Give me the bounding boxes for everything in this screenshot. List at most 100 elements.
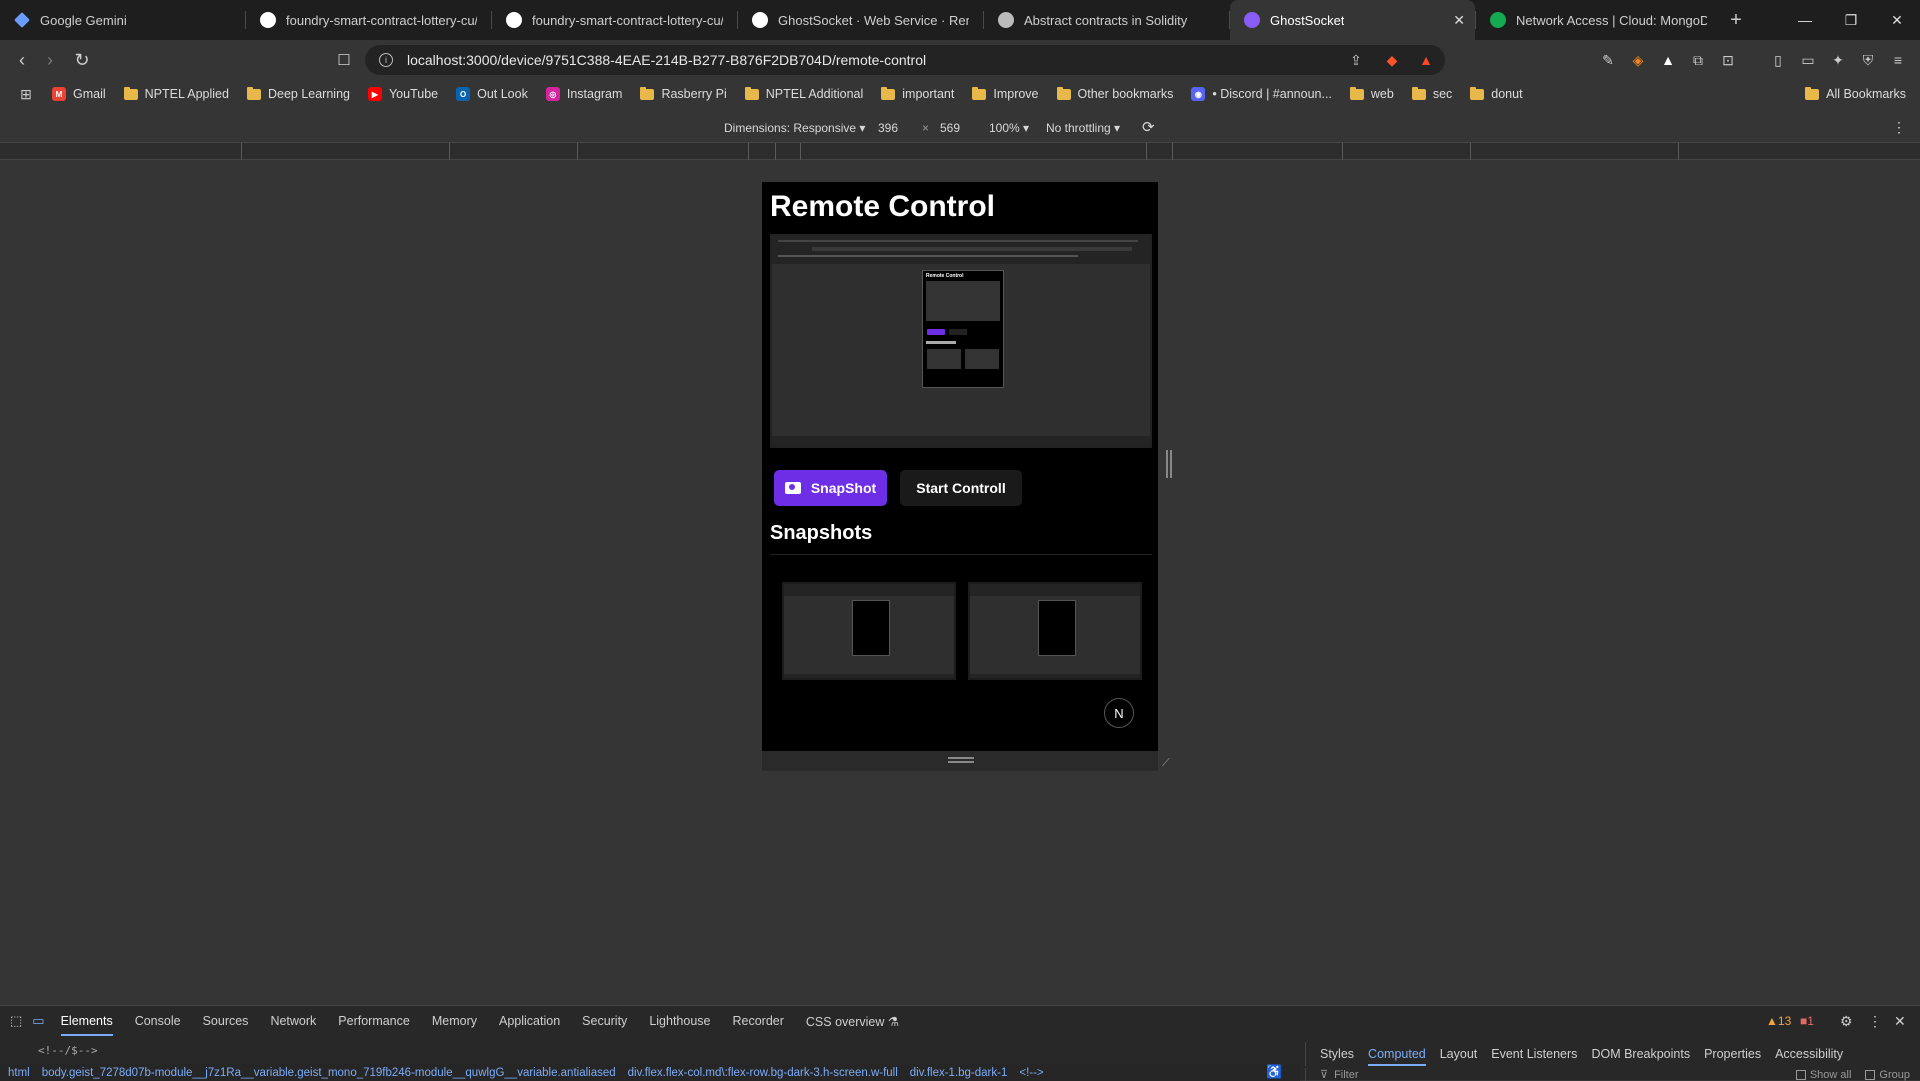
brave-shields-icon[interactable]: ◆: [1382, 50, 1402, 70]
bookmark-item[interactable]: M Gmail: [52, 87, 106, 101]
devtools-tab[interactable]: Security: [582, 1006, 627, 1036]
bookmark-item[interactable]: ◉ • Discord | #announ...: [1191, 87, 1332, 101]
all-bookmarks-folder[interactable]: All Bookmarks: [1805, 86, 1906, 101]
snapshot-thumbnail[interactable]: [968, 582, 1142, 680]
bookmark-item[interactable]: sec: [1411, 86, 1452, 101]
devtools-close-icon[interactable]: ✕: [1894, 1013, 1906, 1030]
browser-tab[interactable]: foundry-smart-contract-lottery-cu/s: [246, 0, 491, 40]
resize-corner-icon[interactable]: ⟋: [1162, 757, 1174, 769]
devtools-tab[interactable]: Console: [135, 1006, 181, 1036]
devtools-tab[interactable]: Application: [499, 1006, 560, 1036]
settings-icon[interactable]: ⚙: [1840, 1013, 1853, 1030]
devtools-tab[interactable]: Elements: [60, 1006, 113, 1036]
dimensions-select[interactable]: Dimensions: Responsive ▾: [724, 121, 865, 135]
browser-tab[interactable]: foundry-smart-contract-lottery-cu/t: [492, 0, 737, 40]
bookmark-item[interactable]: Improve: [972, 86, 1039, 101]
viewport-width-input[interactable]: 396: [878, 121, 898, 135]
dom-breadcrumb[interactable]: div.flex.flex-col.md\:flex-row.bg-dark-3…: [628, 1067, 898, 1079]
browser-tab[interactable]: Network Access | Cloud: MongoDB C: [1476, 0, 1721, 40]
restore-icon[interactable]: ❐: [1828, 0, 1874, 40]
bookmark-item[interactable]: Rasberry Pi: [640, 86, 727, 101]
new-tab-button[interactable]: +: [1721, 5, 1751, 35]
devtools-tab[interactable]: Network: [270, 1006, 316, 1036]
dom-breadcrumb[interactable]: body.geist_7278d07b-module__j7z1Ra__vari…: [42, 1067, 616, 1079]
styles-pane-tab[interactable]: Accessibility: [1775, 1042, 1843, 1066]
styles-pane-tab[interactable]: DOM Breakpoints: [1591, 1042, 1690, 1066]
dom-breadcrumb[interactable]: html: [8, 1067, 30, 1079]
browser-tab[interactable]: Google Gemini: [0, 0, 245, 40]
zoom-select[interactable]: 100% ▾: [989, 121, 1029, 135]
share-icon[interactable]: ⇪: [1346, 50, 1366, 70]
devtools-tab[interactable]: CSS overview ⚗: [806, 1006, 899, 1036]
group-checkbox[interactable]: [1865, 1069, 1876, 1080]
accessibility-tree-icon[interactable]: ♿: [1266, 1064, 1282, 1080]
errors-badge[interactable]: ■1: [1800, 1014, 1814, 1028]
menu-icon[interactable]: ≡: [1888, 50, 1908, 70]
url-text: localhost:3000/device/9751C388-4EAE-214B…: [407, 52, 927, 68]
brave-rewards-icon[interactable]: ▲: [1416, 50, 1436, 70]
back-icon[interactable]: ‹: [10, 48, 34, 72]
devtools-tab[interactable]: Lighthouse: [649, 1006, 710, 1036]
eyedropper-icon[interactable]: ✎: [1598, 50, 1618, 70]
browser-tab[interactable]: GhostSocket ✕: [1230, 0, 1475, 40]
snapshot-button[interactable]: SnapShot: [774, 470, 887, 506]
close-window-icon[interactable]: ✕: [1874, 0, 1920, 40]
devtools-more-icon[interactable]: ⋮: [1868, 1013, 1882, 1030]
bookmark-item[interactable]: donut: [1470, 86, 1523, 101]
bookmark-icon[interactable]: ☐: [332, 48, 356, 72]
device-more-icon[interactable]: ⋮: [1892, 119, 1906, 136]
bookmark-item[interactable]: NPTEL Additional: [744, 86, 863, 101]
styles-pane-tab[interactable]: Computed: [1368, 1042, 1426, 1066]
dom-breadcrumb[interactable]: div.flex-1.bg-dark-1: [910, 1067, 1008, 1079]
start-control-button[interactable]: Start Controll: [900, 470, 1022, 506]
throttling-select[interactable]: No throttling ▾: [1046, 121, 1120, 135]
viewport-height-input[interactable]: 569: [940, 121, 960, 135]
resize-handle-right[interactable]: [1166, 450, 1172, 478]
vpn-icon[interactable]: ⛨: [1858, 50, 1878, 70]
site-info-icon[interactable]: i: [379, 53, 393, 67]
live-view-device: Remote Control: [922, 270, 1004, 388]
nextjs-dev-badge[interactable]: N: [1104, 698, 1134, 728]
tab-close-icon[interactable]: ✕: [1453, 12, 1465, 29]
devtools-tab[interactable]: Memory: [432, 1006, 477, 1036]
devtools-tab[interactable]: Performance: [338, 1006, 410, 1036]
rotate-icon[interactable]: ⟳: [1142, 118, 1155, 136]
bookmark-item[interactable]: ▶ YouTube: [367, 87, 438, 101]
bookmark-item[interactable]: important: [881, 86, 954, 101]
styles-pane-tab[interactable]: Layout: [1440, 1042, 1478, 1066]
extension-triangle-icon[interactable]: ▲: [1658, 50, 1678, 70]
apps-grid-icon[interactable]: ⊞: [0, 86, 52, 103]
bookmark-item[interactable]: ◎ Instagram: [545, 87, 622, 101]
device-toggle-icon[interactable]: ▭: [32, 1013, 44, 1029]
dom-breadcrumb[interactable]: <!-->: [1019, 1067, 1043, 1079]
bookmark-item[interactable]: O Out Look: [456, 87, 528, 101]
snapshot-thumbnail[interactable]: [782, 582, 956, 680]
bookmark-item[interactable]: Other bookmarks: [1056, 86, 1173, 101]
styles-pane-tab[interactable]: Styles: [1320, 1042, 1354, 1066]
bookmark-item[interactable]: Deep Learning: [246, 86, 350, 101]
extensions-icon[interactable]: ⧉: [1688, 50, 1708, 70]
resize-handle-bottom[interactable]: [948, 757, 974, 763]
browser-tab[interactable]: Abstract contracts in Solidity: [984, 0, 1229, 40]
leo-ai-icon[interactable]: ✦: [1828, 50, 1848, 70]
computed-filter[interactable]: ⊽ Filter Show all Group: [1305, 1068, 1920, 1081]
inspect-element-icon[interactable]: ⬚: [10, 1013, 22, 1029]
address-bar[interactable]: i localhost:3000/device/9751C388-4EAE-21…: [365, 45, 1445, 75]
show-all-checkbox[interactable]: [1795, 1069, 1806, 1080]
minimize-icon[interactable]: —: [1782, 0, 1828, 40]
wallet-icon[interactable]: ▭: [1798, 50, 1818, 70]
styles-pane-tab[interactable]: Event Listeners: [1491, 1042, 1577, 1066]
bookmark-item[interactable]: web: [1349, 86, 1394, 101]
devtools-tab[interactable]: Sources: [203, 1006, 249, 1036]
capture-icon[interactable]: ⊡: [1718, 50, 1738, 70]
warnings-badge[interactable]: ▲13: [1766, 1014, 1791, 1028]
forward-icon[interactable]: ›: [38, 48, 62, 72]
reload-icon[interactable]: ↻: [70, 48, 94, 72]
styles-pane-tab[interactable]: Properties: [1704, 1042, 1761, 1066]
sidebar-icon[interactable]: ▯: [1768, 50, 1788, 70]
browser-tab[interactable]: GhostSocket · Web Service · Render: [738, 0, 983, 40]
devtools-tab[interactable]: Recorder: [732, 1006, 783, 1036]
dom-code-line[interactable]: <!--/$-->: [38, 1044, 98, 1057]
bookmark-item[interactable]: NPTEL Applied: [123, 86, 229, 101]
metamask-icon[interactable]: ◈: [1628, 50, 1648, 70]
